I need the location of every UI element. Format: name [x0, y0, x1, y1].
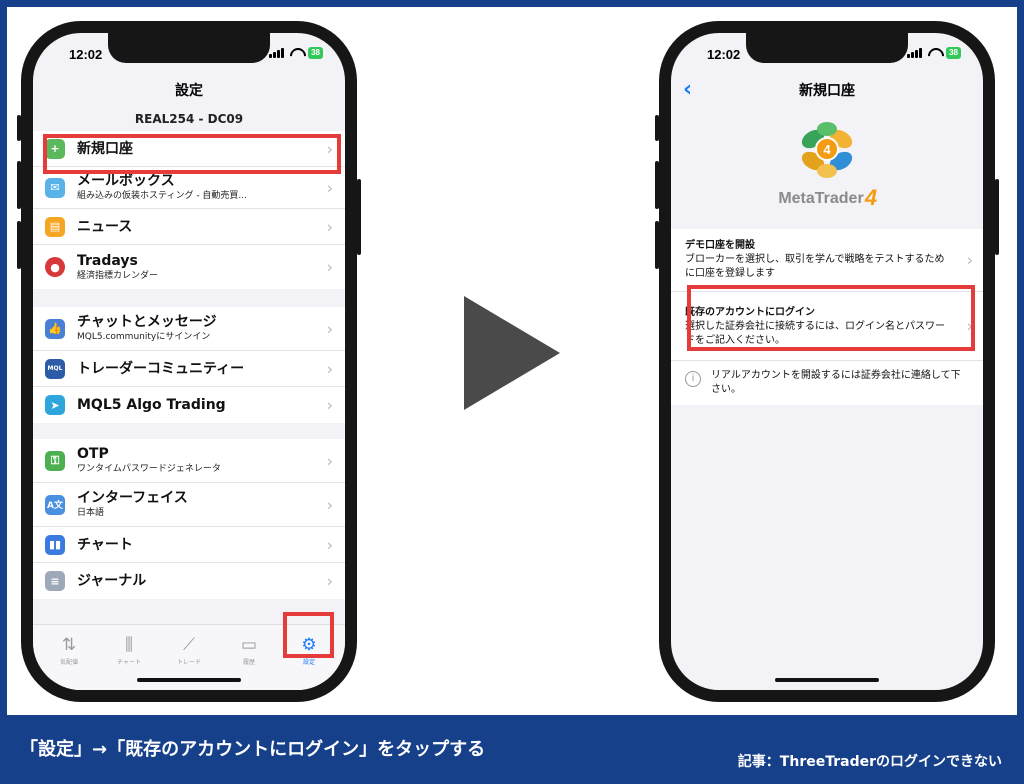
row-title: ニュース: [77, 218, 133, 235]
row-title: インターフェイス: [77, 490, 188, 506]
row-title: チャート: [77, 536, 133, 553]
settings-group-2: 👍 チャットとメッセージ MQL5.communityにサインイン › MQL ト…: [33, 307, 345, 423]
signal-icon: [269, 48, 285, 58]
chevron-right-icon: ›: [326, 257, 333, 277]
article-text: 記事：ThreeTraderのログインできない: [737, 754, 1002, 770]
wifi-icon: [927, 48, 941, 58]
row-tradays[interactable]: ● Tradays 経済指標カレンダー ›: [33, 245, 345, 289]
battery-icon: 38: [308, 47, 323, 59]
status-time: 12:02: [707, 47, 741, 62]
row-chat[interactable]: 👍 チャットとメッセージ MQL5.communityにサインイン ›: [33, 307, 345, 351]
news-icon: ▤: [45, 216, 65, 237]
candles-icon: ⫼: [125, 635, 133, 655]
row-subtitle: 組み込みの仮装ホスティング - 自動売買...: [77, 191, 248, 201]
instruction-text: 「設定」→「既存のアカウントにログイン」をタップする: [20, 739, 486, 760]
page-title: 新規口座: [799, 83, 855, 99]
tab-label: 履歴: [242, 659, 255, 666]
battery-icon: 38: [946, 47, 961, 59]
real-account-info: i リアルアカウントを開設するには証券会社に連絡して下さい。: [671, 361, 983, 405]
row-title: ジャーナル: [77, 573, 147, 589]
row-title: OTP: [77, 446, 109, 462]
option-open-demo[interactable]: デモ口座を開設 ブローカーを選択し、取引を学んで戦略をテストするために口座を登録…: [671, 229, 983, 292]
left-phone: 12:02 38 設定 REAL254 - DC09 + 新規口座 › ✉ メー…: [17, 21, 361, 702]
chevron-right-icon: ›: [326, 217, 333, 236]
option-desc: ブローカーを選択し、取引を学んで戦略をテストするために口座を登録します: [685, 254, 945, 279]
row-title: チャットとメッセージ: [77, 314, 217, 330]
wifi-icon: [289, 48, 303, 58]
row-title: MQL5 Algo Trading: [77, 397, 226, 413]
row-journal[interactable]: ≡ ジャーナル ›: [33, 563, 345, 599]
highlight-login-existing: [687, 285, 975, 351]
row-interface[interactable]: A文 インターフェイス日本語 ›: [33, 483, 345, 527]
row-otp[interactable]: ⚿ OTP ワンタイムパスワードジェネレータ ›: [33, 439, 345, 483]
info-icon: i: [685, 371, 701, 387]
logo-text: MetaTrader: [778, 190, 863, 207]
row-chart[interactable]: ▮▮ チャート ›: [33, 527, 345, 563]
page-title: 設定: [175, 83, 203, 99]
home-indicator: [775, 678, 879, 682]
left-screen: 12:02 38 設定 REAL254 - DC09 + 新規口座 › ✉ メー…: [33, 33, 345, 690]
settings-group-3: ⚿ OTP ワンタイムパスワードジェネレータ › A文 インターフェイス日本語 ›…: [33, 439, 345, 599]
chevron-right-icon: ›: [326, 535, 333, 554]
chevron-right-icon: ›: [326, 495, 333, 514]
chat-icon: 👍: [45, 318, 65, 339]
row-community[interactable]: MQL トレーダーコミュニティー ›: [33, 351, 345, 387]
mql5-icon: MQL: [45, 358, 65, 379]
chart-icon: ▮▮: [45, 534, 65, 555]
home-indicator: [137, 678, 241, 682]
row-title: Tradays: [77, 252, 138, 269]
chevron-right-icon: ›: [326, 451, 333, 470]
back-chevron-icon[interactable]: ‹: [683, 73, 692, 107]
otp-icon: ⚿: [45, 450, 65, 471]
history-icon: ▭: [240, 635, 258, 655]
right-phone: 12:02 38 ‹ 新規口座 4 MetaTrader 4 デモ口座を開設 ブ…: [655, 21, 999, 702]
row-subtitle: MQL5.communityにサインイン: [77, 332, 211, 342]
logo-number: 4: [864, 185, 877, 210]
info-text: リアルアカウントを開設するには証券会社に連絡して下さい。: [711, 370, 961, 395]
account-label: REAL254 - DC09: [134, 112, 244, 126]
tab-label: トレード: [176, 659, 201, 666]
right-screen: 12:02 38 ‹ 新規口座 4 MetaTrader 4 デモ口座を開設 ブ…: [671, 33, 983, 690]
chevron-right-icon: ›: [966, 250, 973, 270]
mailbox-icon: ✉: [45, 177, 65, 198]
row-subtitle: 経済指標カレンダー: [77, 270, 159, 281]
row-algo-trading[interactable]: ➤ MQL5 Algo Trading ›: [33, 387, 345, 423]
row-title: トレーダーコミュニティー: [77, 360, 245, 377]
footer-banner: 「設定」→「既存のアカウントにログイン」をタップする 記事：ThreeTrade…: [0, 715, 1024, 784]
metatrader-logo: 4 MetaTrader 4: [671, 111, 983, 221]
chevron-right-icon: ›: [326, 395, 333, 415]
tradays-icon: ●: [45, 257, 65, 277]
row-subtitle: 日本語: [77, 508, 105, 518]
trade-icon: ⟋: [183, 635, 195, 655]
status-time: 12:02: [69, 47, 103, 62]
tab-label: 設定: [302, 659, 315, 666]
tab-label: 気配値: [59, 659, 78, 666]
play-arrow-icon: [464, 296, 560, 410]
telegram-icon: ➤: [45, 395, 65, 415]
row-title: メールボックス: [77, 173, 175, 189]
highlight-new-account: [43, 134, 341, 174]
chevron-right-icon: ›: [326, 178, 333, 197]
chevron-right-icon: ›: [326, 571, 333, 591]
option-title: デモ口座を開設: [685, 240, 755, 251]
row-subtitle: ワンタイムパスワードジェネレータ: [77, 464, 221, 474]
tab-quotes[interactable]: ⇅ 気配値: [39, 625, 99, 690]
nav-bar: ‹ 新規口座: [671, 73, 983, 109]
tab-label: チャート: [117, 659, 141, 666]
journal-icon: ≡: [45, 571, 65, 591]
chevron-right-icon: ›: [326, 359, 333, 378]
quotes-icon: ⇅: [61, 635, 77, 655]
signal-icon: [907, 48, 923, 58]
chevron-right-icon: ›: [326, 319, 333, 338]
translate-icon: A文: [45, 494, 65, 515]
highlight-settings-tab: [283, 612, 334, 658]
row-news[interactable]: ▤ ニュース ›: [33, 209, 345, 245]
logo-badge: 4: [823, 142, 831, 157]
